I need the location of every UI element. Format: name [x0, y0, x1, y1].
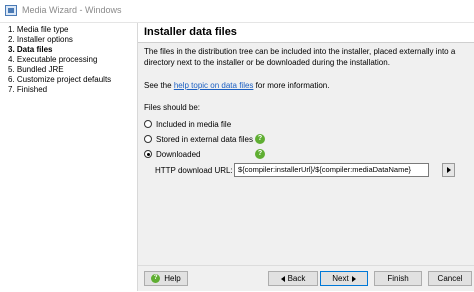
- radio-included[interactable]: [144, 120, 152, 128]
- radio-stored-external[interactable]: [144, 135, 152, 143]
- help-button-label: Help: [164, 274, 181, 283]
- step-installer-options[interactable]: 2. Installer options: [8, 35, 73, 45]
- next-button[interactable]: Next: [320, 271, 368, 286]
- help-icon[interactable]: ?: [255, 134, 265, 144]
- files-should-be-label: Files should be:: [144, 103, 201, 112]
- option-label: Stored in external data files: [156, 134, 253, 144]
- page-title: Installer data files: [144, 26, 237, 38]
- steps-sidebar: 1. Media file type 2. Installer options …: [0, 23, 137, 291]
- help-icon[interactable]: ?: [255, 149, 265, 159]
- cancel-button[interactable]: Cancel: [428, 271, 472, 286]
- help-button[interactable]: ? Help: [144, 271, 188, 286]
- back-button[interactable]: Back: [268, 271, 318, 286]
- app-icon: [5, 5, 17, 16]
- http-download-url-field[interactable]: ${compiler:installerUrl}/${compiler:medi…: [234, 163, 429, 177]
- option-downloaded[interactable]: Downloaded: [144, 148, 200, 160]
- option-label: Downloaded: [156, 149, 201, 159]
- step-customize-project-defaults[interactable]: 6. Customize project defaults: [8, 75, 111, 85]
- step-data-files[interactable]: 3. Data files: [8, 45, 52, 55]
- button-bar: ? Help Back Next Finish Cancel: [138, 265, 474, 292]
- description-text: The files in the distribution tree can b…: [144, 47, 456, 67]
- next-button-label: Next: [332, 274, 349, 283]
- title-bar: Media Wizard - Windows: [0, 0, 474, 23]
- help-topic-link[interactable]: help topic on data files: [174, 81, 254, 90]
- finish-button-label: Finish: [387, 274, 409, 283]
- option-stored-external[interactable]: Stored in external data files: [144, 133, 253, 145]
- http-download-url-label: HTTP download URL:: [155, 166, 233, 175]
- step-executable-processing[interactable]: 4. Executable processing: [8, 55, 97, 65]
- radio-downloaded[interactable]: [144, 150, 152, 158]
- back-button-label: Back: [287, 274, 306, 283]
- cancel-button-label: Cancel: [437, 274, 463, 283]
- help-topic-suffix: for more information.: [253, 81, 330, 90]
- step-media-file-type[interactable]: 1. Media file type: [8, 25, 68, 35]
- arrow-right-icon: [351, 275, 356, 282]
- main-panel: Installer data files The files in the di…: [137, 23, 474, 291]
- help-topic-prefix: See the: [144, 81, 174, 90]
- arrow-left-icon: [280, 275, 285, 282]
- help-icon: ?: [151, 274, 161, 283]
- page-header: Installer data files: [138, 23, 474, 43]
- option-included-in-media-file[interactable]: Included in media file: [144, 118, 231, 130]
- step-finished[interactable]: 7. Finished: [8, 85, 47, 95]
- step-bundled-jre[interactable]: 5. Bundled JRE: [8, 65, 64, 75]
- finish-button[interactable]: Finish: [374, 271, 422, 286]
- insert-variable-button[interactable]: [442, 163, 455, 177]
- option-label: Included in media file: [156, 119, 232, 129]
- help-topic-line: See the help topic on data files for mor…: [144, 81, 329, 90]
- window-title: Media Wizard - Windows: [22, 5, 122, 15]
